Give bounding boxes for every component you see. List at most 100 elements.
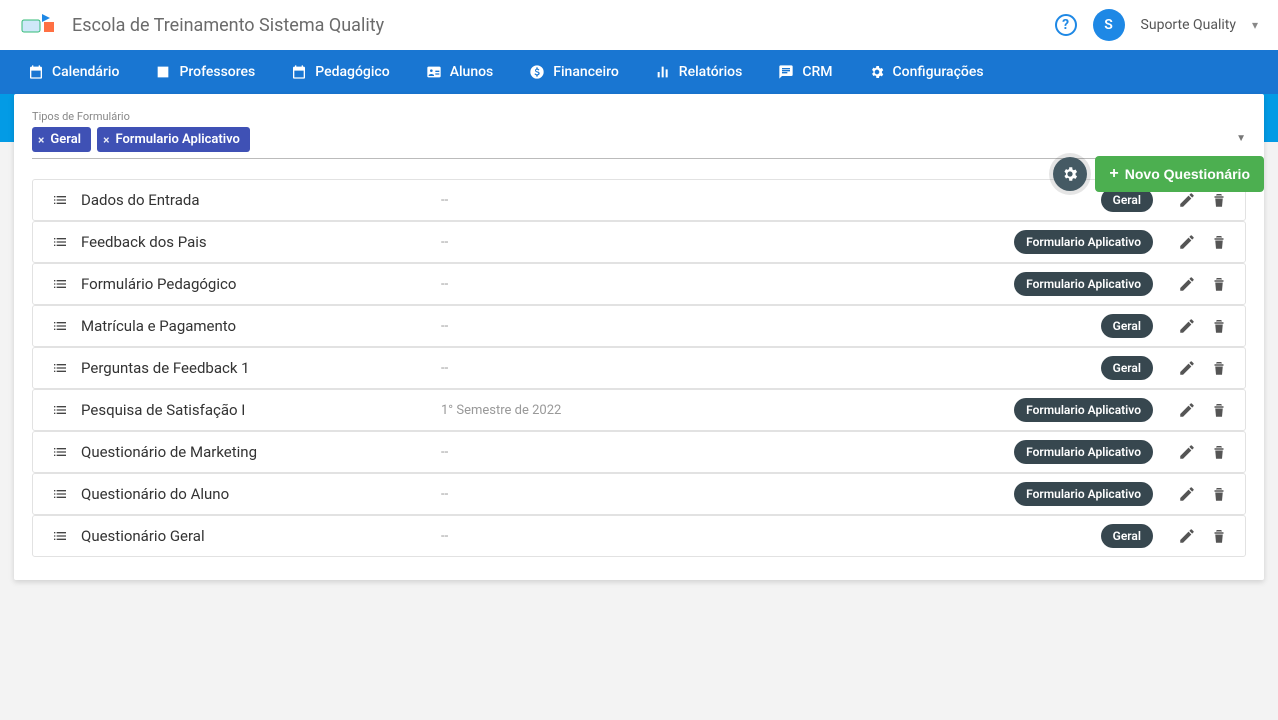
chevron-down-icon[interactable]: ▾: [1252, 18, 1258, 32]
row-desc: --: [441, 445, 1014, 460]
questionnaire-list: Dados do Entrada--GeralFeedback dos Pais…: [32, 179, 1246, 557]
table-row: Feedback dos Pais--Formulario Aplicativo: [32, 221, 1246, 263]
delete-button[interactable]: [1207, 356, 1231, 380]
filter-chip[interactable]: × Formulario Aplicativo: [97, 127, 250, 152]
list-icon: [51, 486, 69, 502]
row-desc: --: [441, 361, 1101, 376]
edit-button[interactable]: [1175, 440, 1199, 464]
nav-item-calendário[interactable]: Calendário: [10, 50, 137, 94]
edit-button[interactable]: [1175, 314, 1199, 338]
row-name: Pesquisa de Satisfação I: [81, 401, 441, 419]
chip-remove-icon[interactable]: ×: [103, 133, 109, 147]
list-icon: [51, 360, 69, 376]
nav-label: CRM: [802, 64, 832, 80]
nav-item-crm[interactable]: CRM: [760, 50, 850, 94]
chip-label: Formulario Aplicativo: [115, 132, 239, 147]
nav-label: Financeiro: [553, 64, 619, 80]
row-desc: --: [441, 319, 1101, 334]
row-name: Feedback dos Pais: [81, 233, 441, 251]
row-desc: --: [441, 235, 1014, 250]
nav-label: Relatórios: [679, 64, 743, 80]
nav-item-professores[interactable]: Professores: [137, 50, 273, 94]
chip-label: Geral: [50, 132, 81, 147]
row-name: Perguntas de Feedback 1: [81, 359, 441, 377]
nav-label: Pedagógico: [315, 64, 389, 80]
list-icon: [51, 318, 69, 334]
table-row: Questionário de Marketing--Formulario Ap…: [32, 431, 1246, 473]
nav-label: Calendário: [52, 64, 119, 80]
edit-button[interactable]: [1175, 230, 1199, 254]
nav-label: Professores: [179, 64, 255, 80]
filter-label: Tipos de Formulário: [32, 110, 1246, 123]
calendar-icon: [28, 64, 44, 80]
edit-button[interactable]: [1175, 524, 1199, 548]
main-nav: Calendário Professores Pedagógico Alunos Fin…: [0, 50, 1278, 94]
row-tag: Formulario Aplicativo: [1014, 482, 1153, 506]
row-name: Matrícula e Pagamento: [81, 317, 441, 335]
nav-item-configurações[interactable]: Configurações: [851, 50, 1002, 94]
nav-item-alunos[interactable]: Alunos: [408, 50, 512, 94]
nav-item-pedagógico[interactable]: Pedagógico: [273, 50, 407, 94]
table-row: Pesquisa de Satisfação I1° Semestre de 2…: [32, 389, 1246, 431]
row-name: Questionário de Marketing: [81, 443, 441, 461]
row-tag: Geral: [1101, 524, 1153, 548]
table-row: Questionário Geral--Geral: [32, 515, 1246, 557]
row-tag: Formulario Aplicativo: [1014, 440, 1153, 464]
table-row: Formulário Pedagógico--Formulario Aplica…: [32, 263, 1246, 305]
user-name[interactable]: Suporte Quality: [1141, 17, 1236, 33]
new-questionnaire-button[interactable]: + Novo Questionário: [1095, 156, 1264, 192]
nav-label: Alunos: [450, 64, 494, 80]
person-icon: [155, 64, 171, 80]
list-icon: [51, 276, 69, 292]
row-tag: Formulario Aplicativo: [1014, 230, 1153, 254]
row-name: Formulário Pedagógico: [81, 275, 441, 293]
app-title: Escola de Treinamento Sistema Quality: [72, 15, 1055, 36]
app-logo: [20, 10, 60, 40]
row-name: Questionário do Aluno: [81, 485, 441, 503]
gear-icon: [869, 64, 885, 80]
delete-button[interactable]: [1207, 440, 1231, 464]
nav-label: Configurações: [893, 64, 984, 80]
edit-button[interactable]: [1175, 398, 1199, 422]
delete-button[interactable]: [1207, 524, 1231, 548]
edit-button[interactable]: [1175, 482, 1199, 506]
user-avatar[interactable]: S: [1093, 9, 1125, 41]
delete-button[interactable]: [1207, 230, 1231, 254]
help-icon[interactable]: ?: [1055, 14, 1077, 36]
table-row: Matrícula e Pagamento--Geral: [32, 305, 1246, 347]
filter-chip[interactable]: × Geral: [32, 127, 91, 152]
edit-button[interactable]: [1175, 356, 1199, 380]
list-icon: [51, 444, 69, 460]
chat-icon: [778, 64, 794, 80]
edit-button[interactable]: [1175, 272, 1199, 296]
dropdown-caret-icon[interactable]: ▼: [1236, 133, 1246, 144]
settings-button[interactable]: [1053, 157, 1087, 191]
row-desc: 1° Semestre de 2022: [441, 403, 1014, 418]
chart-icon: [655, 64, 671, 80]
row-desc: --: [441, 529, 1101, 544]
row-tag: Formulario Aplicativo: [1014, 398, 1153, 422]
row-name: Questionário Geral: [81, 527, 441, 545]
plus-icon: +: [1109, 165, 1118, 183]
list-icon: [51, 528, 69, 544]
list-icon: [51, 402, 69, 418]
delete-button[interactable]: [1207, 482, 1231, 506]
row-desc: --: [441, 487, 1014, 502]
list-icon: [51, 234, 69, 250]
table-row: Perguntas de Feedback 1--Geral: [32, 347, 1246, 389]
page-toolbar: + Novo Questionário: [0, 150, 1278, 198]
row-tag: Formulario Aplicativo: [1014, 272, 1153, 296]
row-tag: Geral: [1101, 314, 1153, 338]
dollar-icon: [529, 64, 545, 80]
app-header: Escola de Treinamento Sistema Quality ? …: [0, 0, 1278, 50]
folder-icon: [291, 64, 307, 80]
table-row: Questionário do Aluno--Formulario Aplica…: [32, 473, 1246, 515]
badge-icon: [426, 64, 442, 80]
delete-button[interactable]: [1207, 398, 1231, 422]
chip-remove-icon[interactable]: ×: [38, 133, 44, 147]
delete-button[interactable]: [1207, 272, 1231, 296]
row-desc: --: [441, 277, 1014, 292]
delete-button[interactable]: [1207, 314, 1231, 338]
nav-item-financeiro[interactable]: Financeiro: [511, 50, 637, 94]
nav-item-relatórios[interactable]: Relatórios: [637, 50, 761, 94]
